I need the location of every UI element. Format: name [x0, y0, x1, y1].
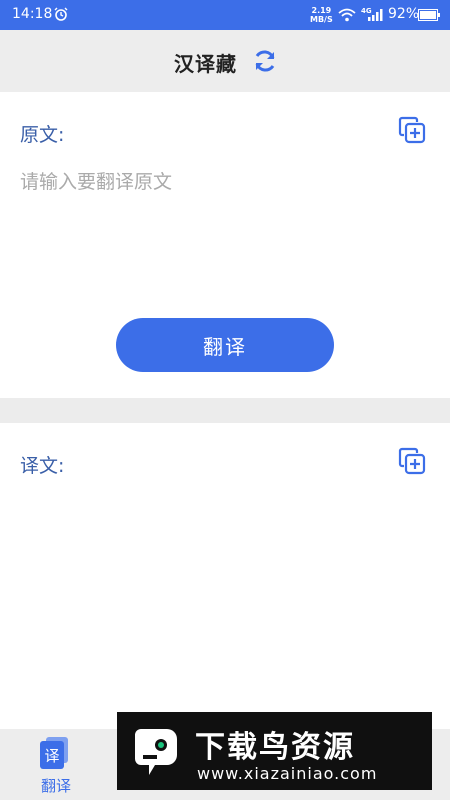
ad-url: www.xiazainiao.com	[197, 764, 378, 783]
speed-value: 2.19	[311, 6, 332, 15]
copy-icon[interactable]	[398, 447, 426, 475]
status-bar: 14:18 2.19 MB/S 4G 92%	[0, 0, 450, 30]
ad-title: 下载鸟资源	[195, 730, 355, 765]
speed-unit: MB/S	[310, 15, 333, 24]
page-title: 汉译藏	[174, 52, 237, 76]
ad-banner[interactable]: 下载鸟资源 www.xiazainiao.com	[117, 712, 432, 790]
target-label: 译文:	[20, 455, 65, 477]
source-panel: 原文: 翻译	[0, 92, 450, 398]
signal-icon	[368, 9, 383, 21]
wifi-icon	[338, 8, 356, 22]
source-label: 原文:	[20, 124, 65, 146]
tab-translate-label: 翻译	[40, 777, 71, 795]
target-panel: 译文:	[0, 423, 450, 729]
translate-tab-icon: 译	[40, 737, 68, 769]
alarm-icon	[54, 7, 68, 21]
battery-percent: 92%	[388, 6, 420, 22]
translate-button[interactable]: 翻译	[116, 318, 334, 372]
status-time: 14:18	[12, 6, 53, 22]
tab-icon-char: 译	[44, 747, 59, 765]
tab-translate[interactable]: 译 翻译	[28, 735, 84, 795]
swap-icon[interactable]	[252, 48, 278, 74]
app-header: 汉译藏	[0, 30, 450, 92]
network-speed: 2.19 MB/S	[310, 6, 333, 24]
source-input[interactable]	[20, 167, 430, 287]
copy-icon[interactable]	[398, 116, 426, 144]
battery-icon	[418, 9, 440, 21]
bird-logo-icon	[135, 729, 177, 775]
